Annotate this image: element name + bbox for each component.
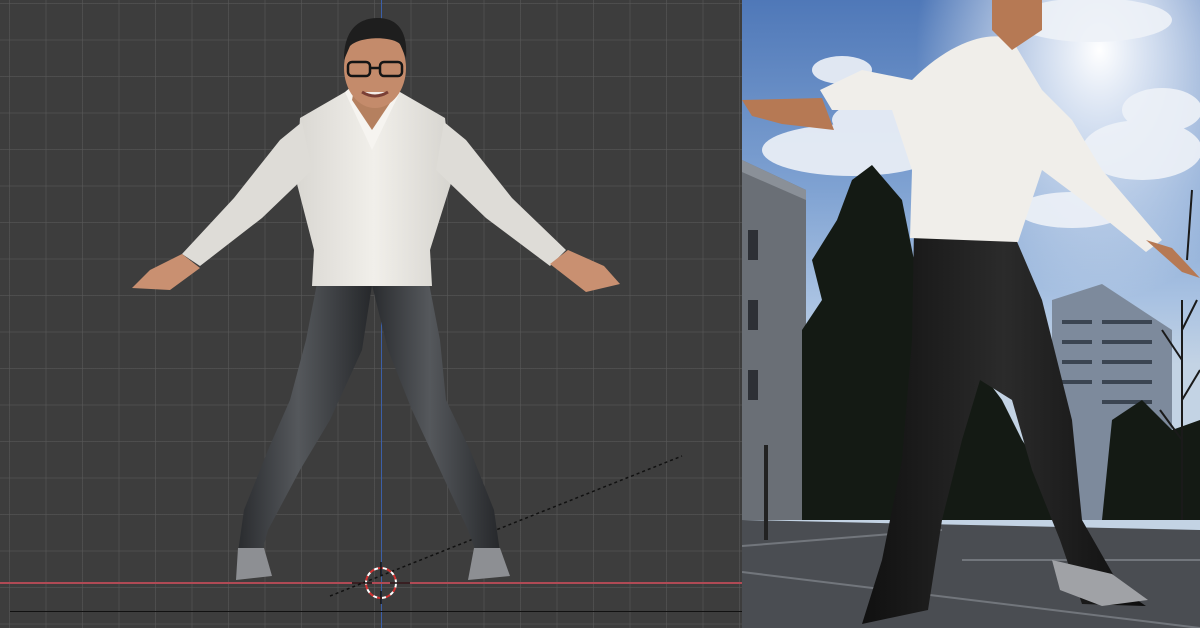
render-scene xyxy=(742,0,1200,628)
left-leg xyxy=(238,278,372,552)
right-shoe xyxy=(468,548,510,580)
pavement xyxy=(742,520,1200,628)
3d-viewport[interactable] xyxy=(0,0,742,628)
right-hand xyxy=(550,250,620,292)
office-building-left xyxy=(742,160,806,520)
left-hand xyxy=(132,254,200,290)
left-arm xyxy=(182,122,312,266)
rendered-composite-image xyxy=(742,0,1200,628)
right-leg xyxy=(372,278,500,552)
left-shoe xyxy=(236,548,272,580)
mouth xyxy=(361,90,389,98)
right-arm xyxy=(436,122,566,266)
character-model[interactable] xyxy=(0,0,742,628)
